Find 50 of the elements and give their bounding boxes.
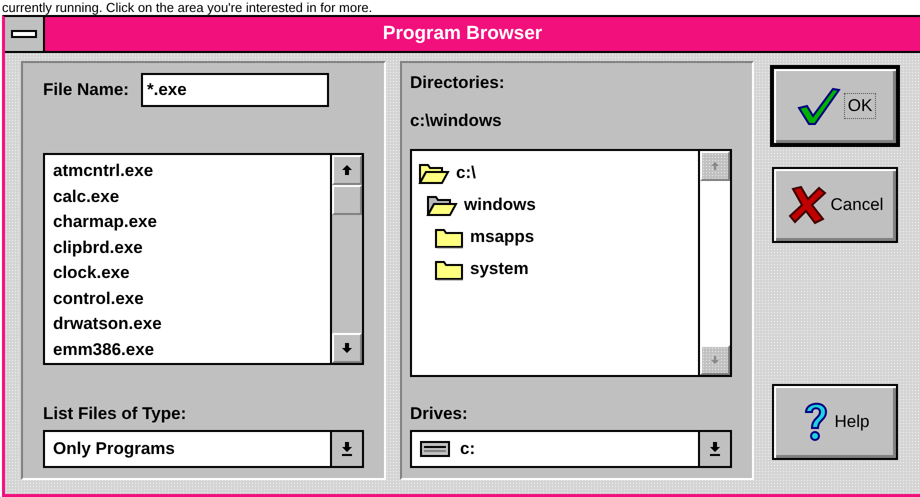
folder-name: c:\ <box>456 163 476 183</box>
file-item[interactable]: clock.exe <box>53 260 322 286</box>
file-item[interactable]: drwatson.exe <box>53 311 322 336</box>
file-item[interactable]: charmap.exe <box>53 209 322 234</box>
dropdown-arrow-icon <box>341 442 353 456</box>
checkmark-icon <box>794 86 841 126</box>
directory-tree[interactable]: c:\ windows msapps system <box>410 149 732 377</box>
folder-name: msapps <box>470 227 534 247</box>
up-arrow-icon <box>341 164 353 176</box>
cancel-button[interactable]: Cancel <box>772 167 898 243</box>
up-arrow-icon <box>709 160 721 172</box>
scrollbar[interactable] <box>330 155 362 363</box>
scroll-down-button[interactable] <box>332 333 362 363</box>
dropdown[interactable]: c: <box>410 430 732 468</box>
down-arrow-icon <box>709 354 721 366</box>
tree-item[interactable]: system <box>418 253 692 285</box>
file-item[interactable]: emm386.exe <box>53 336 322 362</box>
tree-item[interactable]: msapps <box>418 221 692 253</box>
cross-icon <box>786 185 827 225</box>
field-label: File Name: <box>43 80 129 100</box>
current-path: c:\windows <box>410 111 503 131</box>
open-folder-icon <box>418 161 450 185</box>
down-arrow-icon <box>341 342 353 354</box>
file-item[interactable]: atmcntrl.exe <box>53 158 322 184</box>
help-button[interactable]: Help <box>772 384 898 460</box>
dropdown[interactable]: Only Programs <box>43 430 364 468</box>
window-title: Program Browser <box>382 23 544 45</box>
field-label: Directories: <box>410 73 506 93</box>
file-name-field[interactable]: *.exe <box>140 73 329 107</box>
folder-name: windows <box>464 195 536 215</box>
open-folder-icon <box>426 193 458 217</box>
file-item[interactable]: control.exe <box>53 286 322 311</box>
dash-icon <box>11 29 37 39</box>
folder-name: system <box>470 259 529 279</box>
file-item[interactable]: clipbrd.exe <box>53 234 322 260</box>
dropdown-value: c: <box>460 439 476 459</box>
system-menu-button[interactable] <box>5 17 45 51</box>
scroll-up-button[interactable] <box>332 155 362 185</box>
file-list[interactable]: atmcntrl.exe calc.exe charmap.exe clipbrd.exe clock.exe control.exe drwatson.exe emm386.exe <box>43 153 364 365</box>
tree-item[interactable]: c:\ <box>418 157 692 189</box>
tree-item[interactable]: windows <box>418 189 692 221</box>
ok-button[interactable]: OK <box>770 65 900 147</box>
drive-icon <box>420 441 450 457</box>
dropdown-value: Only Programs <box>53 439 175 459</box>
scroll-thumb[interactable] <box>332 185 362 215</box>
caption-text: currently running. Click on the area you're interested in for more. <box>1 0 374 15</box>
file-item[interactable]: calc.exe <box>53 184 322 209</box>
dropdown-arrow-icon <box>709 442 721 456</box>
field-label: List Files of Type: <box>43 404 188 424</box>
field-label: Drives: <box>410 404 469 424</box>
